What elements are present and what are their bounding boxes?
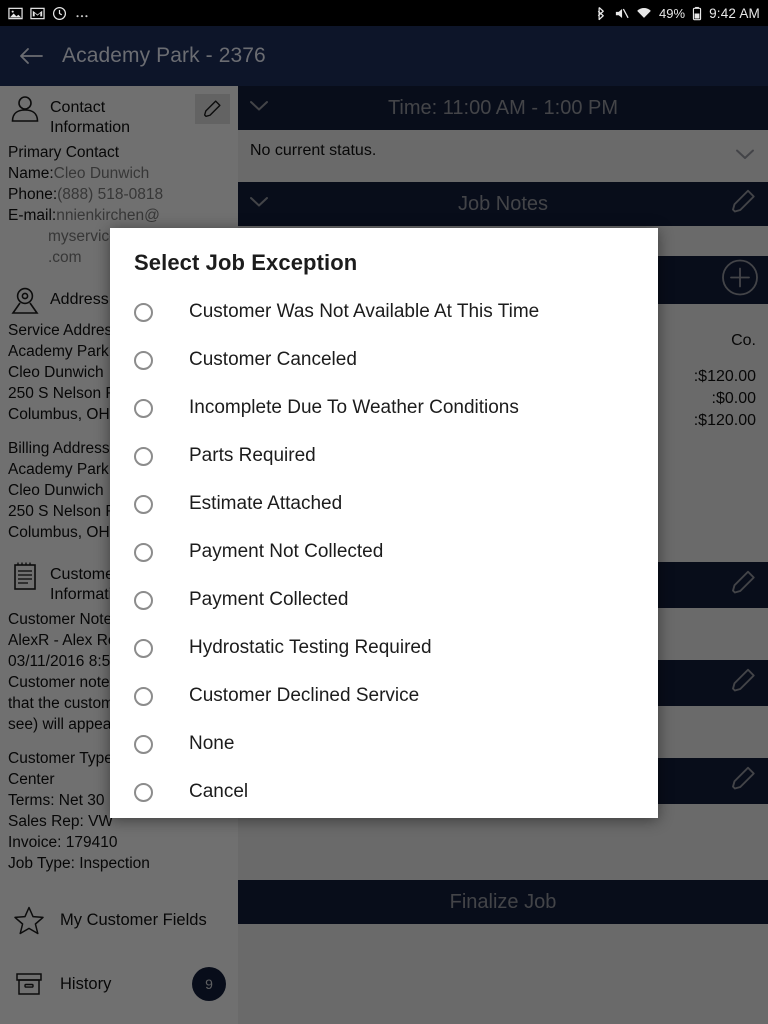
contact-email-label: E-mail: [8,207,57,224]
radio-button-icon[interactable] [134,542,153,562]
sidebar-section-title: Address [50,291,109,308]
bottom-spacer [238,924,768,964]
finalize-job-button[interactable]: Finalize Job [238,880,768,924]
job-notes-section-bar[interactable]: Job Notes [238,182,768,226]
option-parts-required[interactable]: Parts Required [110,432,658,480]
sidebar-item-equipment[interactable]: Equipment 2 [0,1016,238,1024]
contact-email-row: E-mail:nnienkirchen@ [8,205,230,226]
radio-button-icon[interactable] [134,590,153,610]
time-section-title: Time: 11:00 AM - 1:00 PM [387,96,619,119]
option-label: Parts Required [189,445,316,466]
radio-button-icon[interactable] [134,494,153,514]
option-label: Customer Was Not Available At This Time [189,301,540,322]
wifi-icon [636,6,652,21]
status-text: No current status. [250,142,377,159]
time-section-bar[interactable]: Time: 11:00 AM - 1:00 PM [238,86,768,130]
option-label: Payment Not Collected [189,541,384,562]
primary-contact-heading: Primary Contact [8,144,120,161]
radio-button-icon[interactable] [134,638,153,658]
person-icon [8,94,42,124]
sidebar-item-my-customer-fields[interactable]: My Customer Fields [0,888,238,952]
clock-label: 9:42 AM [709,5,760,21]
option-label: Cancel [189,781,249,802]
option-label: Estimate Attached [189,493,343,514]
sidebar-item-label: My Customer Fields [60,910,207,929]
notes-icon [8,561,42,591]
option-label: None [189,733,235,754]
history-badge: 9 [192,967,226,1001]
app-header: Academy Park - 2376 [0,26,768,86]
back-arrow-icon[interactable] [0,44,62,68]
option-hydrostatic-testing-required[interactable]: Hydrostatic Testing Required [110,624,658,672]
option-payment-collected[interactable]: Payment Collected [110,576,658,624]
archive-icon [12,969,46,999]
radio-button-icon[interactable] [134,446,153,466]
contact-phone-label: Phone: [8,186,58,203]
contact-name-row: Name:Cleo Dunwich [8,163,230,184]
status-bar-right: 49% 9:42 AM [595,6,760,21]
option-cancel[interactable]: Cancel [110,768,658,816]
contact-phone-value[interactable]: (888) 518-0818 [57,186,163,203]
radio-button-icon[interactable] [134,350,153,370]
battery-icon [692,6,702,21]
customer-info-line: Job Type: Inspection [8,855,150,872]
option-payment-not-collected[interactable]: Payment Not Collected [110,528,658,576]
radio-button-icon[interactable] [134,734,153,754]
option-label: Customer Canceled [189,349,357,370]
option-none[interactable]: None [110,720,658,768]
alarm-icon [52,6,67,21]
map-pin-icon [8,286,42,316]
finalize-job-label: Finalize Job [449,890,557,913]
pencil-icon[interactable] [194,94,230,124]
option-label: Payment Collected [189,589,349,610]
pencil-icon[interactable] [728,187,758,222]
contact-phone-row: Phone:(888) 518-0818 [8,184,230,205]
job-exception-dialog: Select Job Exception Customer Was Not Av… [110,228,658,818]
option-estimate-attached[interactable]: Estimate Attached [110,480,658,528]
dialog-title: Select Job Exception [134,250,358,275]
star-icon [12,905,46,935]
image-icon [8,6,23,21]
status-row[interactable]: No current status. [238,130,768,182]
status-bar: 49% 9:42 AM [0,0,768,26]
pencil-icon[interactable] [728,568,758,603]
contact-name-value: Cleo Dunwich [53,165,150,182]
radio-button-icon[interactable] [134,782,153,802]
job-exception-option-list: Customer Was Not Available At This Time … [110,276,658,816]
gmail-icon [30,6,45,21]
page-title: Academy Park - 2376 [62,44,266,67]
option-label: Customer Declined Service [189,685,420,706]
bluetooth-icon [595,6,607,21]
chevron-down-icon[interactable] [734,146,756,169]
pencil-icon[interactable] [728,764,758,799]
battery-percent-label: 49% [659,5,686,21]
sidebar-item-label: History [60,974,112,993]
status-bar-left [8,6,90,21]
option-incomplete-weather[interactable]: Incomplete Due To Weather Conditions [110,384,658,432]
sidebar-section-contact-information[interactable]: Contact Information [0,86,238,140]
plus-circle-icon[interactable] [720,258,760,303]
customer-info-title-line-1: Customer [50,566,120,583]
more-icon [74,6,90,21]
radio-button-icon[interactable] [134,398,153,418]
job-notes-title: Job Notes [457,192,549,215]
app-screen: 49% 9:42 AM Academy Park - 2376 Contact … [0,0,768,1024]
contact-email-value[interactable]: nnienkirchen@ [56,207,160,224]
pencil-icon[interactable] [728,666,758,701]
sidebar-item-history[interactable]: History 9 [0,952,238,1016]
chevron-down-icon[interactable] [248,98,270,119]
option-label: Incomplete Due To Weather Conditions [189,397,519,418]
radio-button-icon[interactable] [134,302,153,322]
option-customer-declined-service[interactable]: Customer Declined Service [110,672,658,720]
option-label: Hydrostatic Testing Required [189,637,432,658]
company-suffix: Co. [731,332,756,349]
option-customer-canceled[interactable]: Customer Canceled [110,336,658,384]
option-customer-was-not-available[interactable]: Customer Was Not Available At This Time [110,288,658,336]
customer-info-line: Invoice: 179410 [8,834,118,851]
contact-name-label: Name: [8,165,54,182]
sidebar-section-title: Contact Information [50,99,131,136]
radio-button-icon[interactable] [134,686,153,706]
mute-icon [614,6,629,21]
chevron-down-icon[interactable] [248,194,270,215]
